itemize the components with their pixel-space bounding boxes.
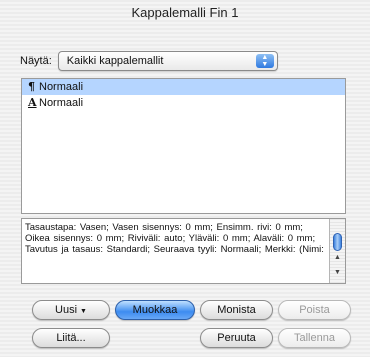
save-button[interactable]: Tallenna bbox=[278, 328, 351, 348]
window-title: Kappalemalli Fin 1 bbox=[131, 5, 239, 20]
paragraph-style-icon: ¶ bbox=[28, 80, 35, 93]
style-list-item-label: Normaali bbox=[39, 97, 84, 109]
show-filter-row: Näytä: Kaikki kappalemallit ▲ ▼ bbox=[20, 50, 278, 72]
scroll-thumb[interactable] bbox=[333, 233, 342, 251]
edit-button[interactable]: Muokkaa bbox=[115, 300, 195, 320]
style-list-item-label: Normaali bbox=[39, 81, 84, 93]
style-list-item[interactable]: A Normaali bbox=[22, 95, 345, 111]
duplicate-button[interactable]: Monista bbox=[200, 300, 273, 320]
description-scrollbar[interactable]: ▲ ▼ bbox=[329, 219, 345, 283]
popup-arrows-icon: ▲ ▼ bbox=[255, 54, 274, 68]
scroll-down-icon[interactable]: ▼ bbox=[334, 269, 341, 276]
delete-button[interactable]: Poista bbox=[278, 300, 351, 320]
show-label: Näytä: bbox=[20, 55, 52, 67]
dropdown-caret-icon: ▼ bbox=[80, 308, 87, 315]
show-filter-value: Kaikki kappalemallit bbox=[66, 55, 164, 67]
style-list[interactable]: ¶ Normaali A Normaali bbox=[21, 78, 346, 214]
style-description-text: Tasaustapa: Vasen; Vasen sisennys: 0 mm;… bbox=[25, 222, 324, 255]
new-button-label: Uusi bbox=[55, 304, 78, 316]
style-description-box: Tasaustapa: Vasen; Vasen sisennys: 0 mm;… bbox=[21, 218, 346, 284]
new-button[interactable]: Uusi ▼ bbox=[32, 300, 110, 320]
scroll-up-icon[interactable]: ▲ bbox=[334, 254, 341, 261]
character-style-icon: A bbox=[28, 96, 37, 109]
show-filter-select[interactable]: Kaikki kappalemallit ▲ ▼ bbox=[57, 51, 278, 71]
style-list-item[interactable]: ¶ Normaali bbox=[22, 79, 345, 95]
append-button[interactable]: Liitä... bbox=[32, 328, 110, 348]
cancel-button[interactable]: Peruuta bbox=[200, 328, 273, 348]
